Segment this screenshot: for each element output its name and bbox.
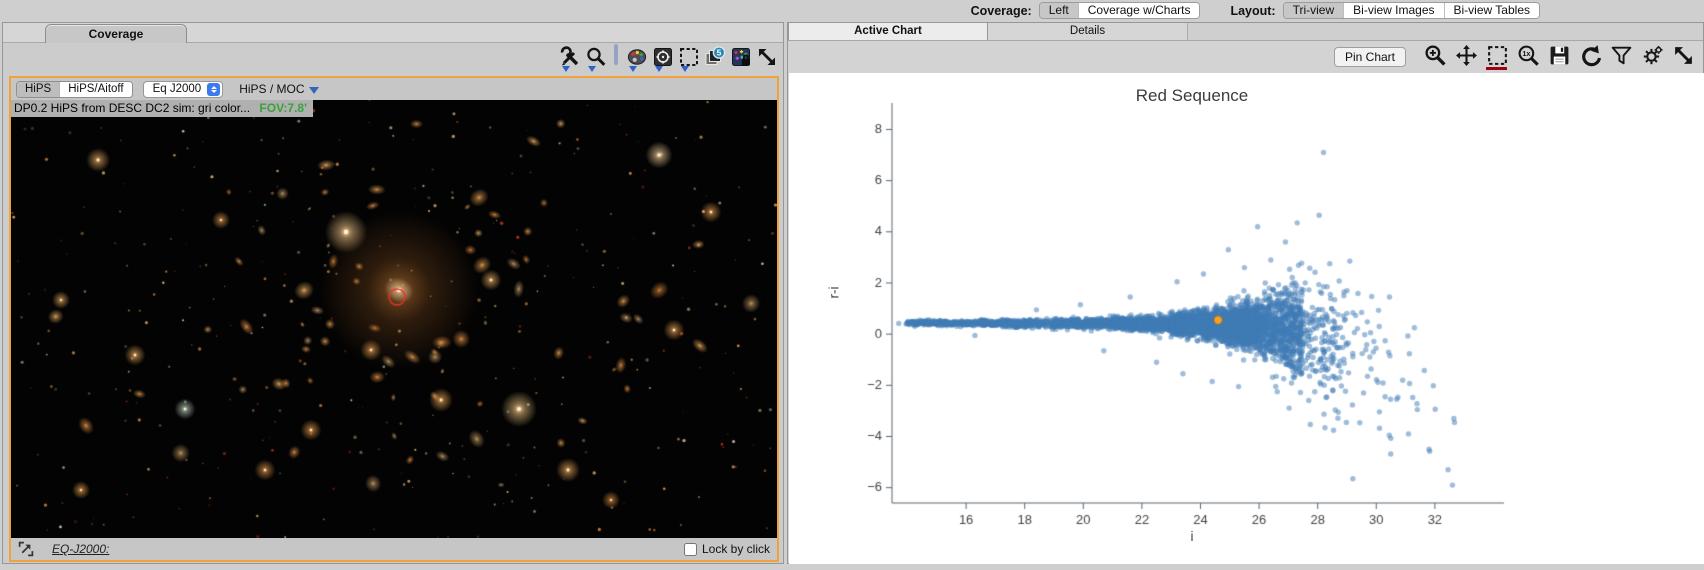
coord-system-select[interactable]: Eq J2000 [142, 80, 224, 98]
select-area-icon [679, 48, 698, 66]
chevron-down-icon [588, 66, 596, 72]
expand-icon [758, 49, 775, 65]
toolbar-separator [614, 44, 618, 65]
undo-icon [1581, 45, 1601, 67]
chart-expand-button[interactable] [1671, 44, 1695, 70]
coverage-with-charts-button[interactable]: Coverage w/Charts [1077, 3, 1200, 18]
layers-count-badge: 5 [717, 47, 722, 57]
layout-tri-view-button[interactable]: Tri-view [1283, 3, 1344, 18]
fov-readout: FOV:7.8' [259, 101, 307, 115]
sky-image-area: DP0.2 HiPS from DESC DC2 sim: gri color.… [11, 100, 777, 538]
recenter-icon [653, 48, 672, 66]
layers-icon: 5 [705, 46, 726, 65]
chart-settings-button[interactable] [1640, 44, 1664, 70]
chevron-down-icon [655, 66, 663, 72]
zoom-original-label: 1x [1522, 49, 1530, 58]
chart-undo-button[interactable] [1578, 44, 1602, 70]
chart-tab-strip: Active Chart Details [788, 23, 1703, 41]
catalog-lock-button[interactable] [729, 46, 752, 72]
chart-zoom-original-button[interactable]: 1x [1516, 44, 1540, 70]
catalog-lock-icon [731, 48, 750, 66]
chevron-down-icon [629, 66, 637, 72]
tab-coverage[interactable]: Coverage [45, 24, 187, 43]
tab-details[interactable]: Details [988, 23, 1188, 40]
chart-filter-button[interactable] [1609, 44, 1633, 70]
select-area-icon [1487, 46, 1507, 65]
coverage-mode-group: Coverage: Left Coverage w/Charts [971, 2, 1201, 19]
projection-toggle: HiPS HiPS/Aitoff [16, 80, 133, 98]
layout-bi-view-tables-button[interactable]: Bi-view Tables [1443, 3, 1539, 18]
app-window: { "topbar": { "coverage_label": "Coverag… [0, 0, 1704, 570]
hips-viewer: HiPS HiPS/Aitoff Eq J2000 HiPS / MOC DP0… [9, 76, 779, 562]
chevron-down-icon [681, 66, 689, 72]
select-area-dropdown-button[interactable] [677, 46, 700, 72]
active-tool-indicator [1486, 67, 1507, 70]
palette-icon [627, 49, 646, 65]
layout-bi-view-images-button[interactable]: Bi-view Images [1343, 3, 1444, 18]
tools-dropdown-button[interactable] [558, 46, 581, 72]
coverage-left-button[interactable]: Left [1039, 3, 1078, 18]
color-dropdown-button[interactable] [625, 46, 648, 72]
sky-canvas[interactable] [11, 100, 777, 538]
coord-system-value: Eq J2000 [152, 83, 202, 95]
zoom-dropdown-button[interactable] [584, 46, 607, 72]
filter-icon [1611, 46, 1631, 65]
hips-status-bar: DP0.2 HiPS from DESC DC2 sim: gri color.… [11, 100, 313, 117]
hips-button[interactable]: HiPS [17, 81, 60, 97]
lock-by-click-checkbox[interactable] [683, 542, 697, 556]
tools-icon [560, 46, 578, 66]
pin-chart-button[interactable]: Pin Chart [1333, 47, 1406, 67]
chart-panel: Active Chart Details Pin Chart 1x i r-i [787, 22, 1704, 564]
popout-icon[interactable] [18, 541, 34, 557]
image-toolbar: 5 [3, 43, 783, 75]
viewer-bottom-bar: EQ-J2000: Lock by click [11, 538, 777, 560]
chart-pan-button[interactable] [1454, 44, 1478, 70]
hips-moc-label: HiPS / MOC [239, 82, 305, 96]
layers-button[interactable]: 5 [703, 46, 726, 72]
hips-source-text: DP0.2 HiPS from DESC DC2 sim: gri color.… [14, 101, 251, 115]
hips-controls-row: HiPS HiPS/Aitoff Eq J2000 HiPS / MOC [11, 78, 777, 100]
magnifier-icon [586, 47, 605, 66]
save-icon [1550, 46, 1568, 65]
pan-icon [1455, 45, 1477, 66]
chart-zoom-in-button[interactable] [1423, 44, 1447, 70]
tab-active-chart[interactable]: Active Chart [788, 23, 988, 40]
hips-aitoff-button[interactable]: HiPS/Aitoff [59, 81, 132, 97]
layout-mode-label: Layout: [1230, 3, 1276, 18]
expand-icon [1674, 47, 1692, 64]
chart-y-axis-label: r-i [826, 286, 842, 299]
chart-plot-canvas[interactable] [789, 73, 1704, 543]
select-stepper-icon [207, 82, 221, 96]
chart-toolbar: Pin Chart 1x [788, 41, 1703, 73]
zoom-original-icon: 1x [1518, 45, 1539, 66]
coverage-tab-strip: Coverage [3, 23, 783, 43]
coverage-panel: Coverage 5 HiPS HiPS/Aitoff Eq J2000 HiP… [2, 22, 784, 564]
chart-area: Red Sequence i r-i [789, 73, 1704, 564]
chart-x-axis-label: i [1190, 529, 1194, 544]
chevron-down-icon [562, 66, 570, 72]
chevron-down-icon [308, 86, 319, 94]
gear-icon [1643, 45, 1663, 65]
top-mode-bar: Coverage: Left Coverage w/Charts Layout:… [0, 0, 1704, 22]
chart-save-button[interactable] [1547, 44, 1571, 70]
lock-by-click-label: Lock by click [701, 542, 770, 556]
coord-readout-label[interactable]: EQ-J2000: [52, 542, 109, 556]
expand-button[interactable] [755, 46, 778, 72]
chart-select-button[interactable] [1485, 44, 1509, 70]
hips-moc-dropdown[interactable]: HiPS / MOC [239, 82, 319, 96]
coverage-mode-label: Coverage: [970, 3, 1032, 18]
layout-mode-group: Layout: Tri-view Bi-view Images Bi-view … [1230, 2, 1540, 19]
zoom-in-icon [1424, 45, 1446, 66]
recenter-dropdown-button[interactable] [651, 46, 674, 72]
